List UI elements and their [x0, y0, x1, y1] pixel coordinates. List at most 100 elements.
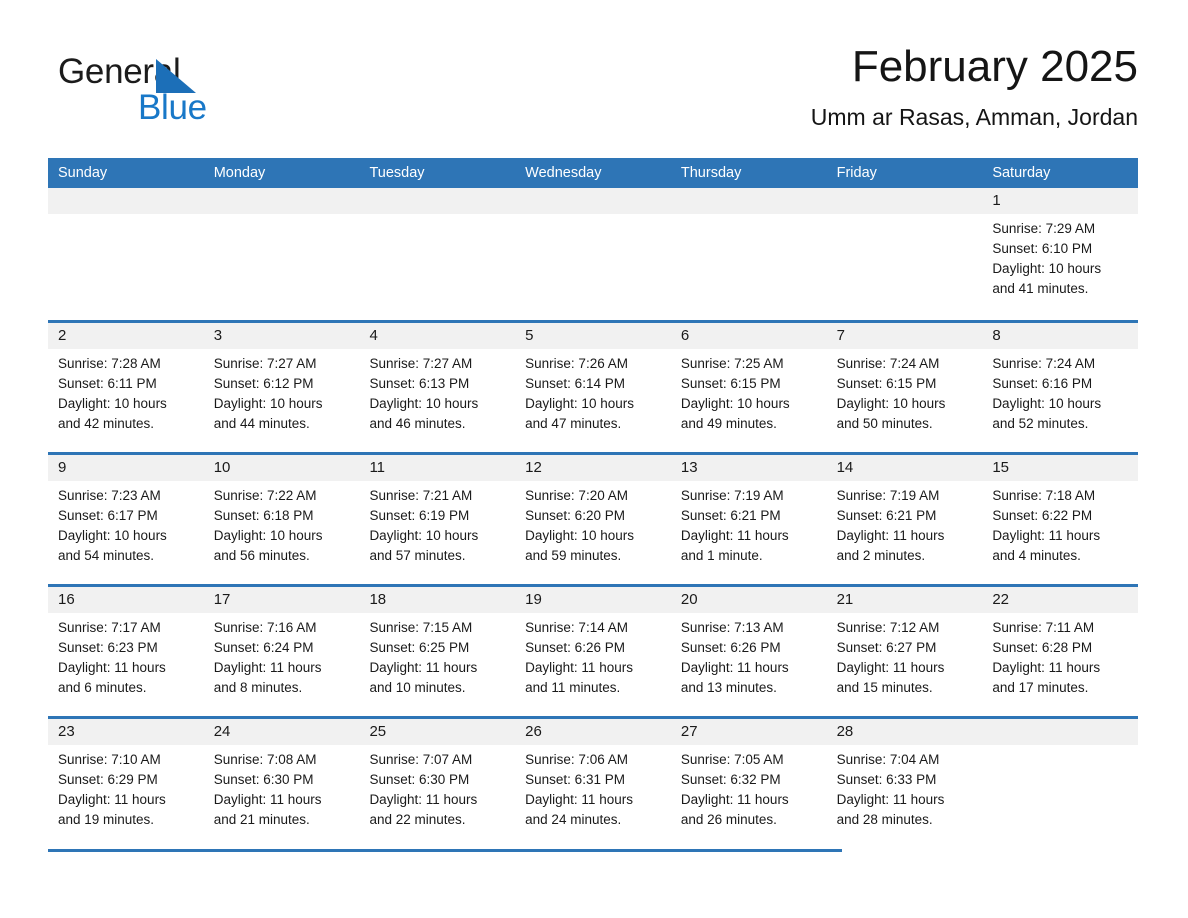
day-detail-line: and 17 minutes.	[992, 680, 1089, 695]
day-number: 21	[836, 591, 854, 608]
day-detail-line: Sunrise: 7:19 AM	[836, 488, 940, 503]
day-details: Sunrise: 7:23 AM Sunset: 6:17 PM Daylight:…	[48, 481, 204, 566]
day-detail-line: Daylight: 11 hours	[213, 792, 322, 807]
day-cell-3[interactable]: 3 Sunrise: 7:27 AM Sunset: 6:12 PM Daylight…	[203, 323, 360, 452]
day-cell-22[interactable]: 22 Sunrise: 7:11 AM Sunset: 6:28 PM Dayligh…	[982, 587, 1139, 716]
day-detail-line: Sunrise: 7:29 AM	[992, 221, 1096, 236]
weekday-header-row: Sunday Monday Tuesday Wednesday Thursday Frid…	[48, 158, 1138, 188]
day-detail-line: Sunset: 6:31 PM	[525, 772, 625, 787]
day-detail-line: Daylight: 10 hours	[213, 396, 323, 411]
day-details	[359, 214, 515, 219]
day-number-band: 28	[826, 719, 983, 745]
day-detail-line: Sunrise: 7:12 AM	[836, 620, 940, 635]
day-number-band: 23	[48, 719, 204, 745]
day-detail-line: Sunset: 6:12 PM	[213, 376, 314, 391]
day-detail-line: and 46 minutes.	[369, 416, 466, 431]
day-detail-line: and 11 minutes.	[525, 680, 621, 695]
day-number: 14	[836, 459, 854, 476]
day-cell-11[interactable]: 11 Sunrise: 7:21 AM Sunset: 6:19 PM Dayligh…	[359, 455, 516, 584]
day-cell-7[interactable]: 7 Sunrise: 7:24 AM Sunset: 6:15 PM Daylight…	[826, 323, 983, 452]
day-number-band: 26	[515, 719, 671, 745]
day-detail-line: Daylight: 10 hours	[369, 528, 479, 543]
day-number-band: 24	[203, 719, 360, 745]
day-cell-10[interactable]: 10 Sunrise: 7:22 AM Sunset: 6:18 PM Dayligh…	[203, 455, 360, 584]
day-cell-25[interactable]: 25 Sunrise: 7:07 AM Sunset: 6:30 PM Dayligh…	[359, 719, 516, 848]
day-cell-12[interactable]: 12 Sunrise: 7:20 AM Sunset: 6:20 PM Dayligh…	[515, 455, 671, 584]
day-detail-line: and 2 minutes.	[836, 548, 926, 563]
day-detail-line: Sunset: 6:28 PM	[992, 640, 1093, 655]
day-cell-27[interactable]: 27 Sunrise: 7:05 AM Sunset: 6:32 PM Dayligh…	[670, 719, 827, 848]
day-cell-2[interactable]: 2 Sunrise: 7:28 AM Sunset: 6:11 PM Daylight…	[48, 323, 204, 452]
day-detail-line: and 24 minutes.	[525, 812, 622, 827]
day-cell-1[interactable]: 1 Sunrise: 7:29 AM Sunset: 6:10 PM Daylight…	[982, 188, 1139, 320]
day-detail-line: Daylight: 11 hours	[369, 792, 478, 807]
day-detail-line: Daylight: 11 hours	[680, 792, 789, 807]
day-number-band: 8	[982, 323, 1139, 349]
day-detail-line: and 10 minutes.	[369, 680, 466, 695]
day-cell-17[interactable]: 17 Sunrise: 7:16 AM Sunset: 6:24 PM Dayligh…	[203, 587, 360, 716]
day-cell-23[interactable]: 23 Sunrise: 7:10 AM Sunset: 6:29 PM Dayligh…	[48, 719, 204, 848]
day-details: Sunrise: 7:10 AM Sunset: 6:29 PM Daylight:…	[48, 745, 204, 830]
day-detail-line: Sunset: 6:30 PM	[369, 772, 470, 787]
day-detail-line: Sunset: 6:32 PM	[680, 772, 781, 787]
day-cell-26[interactable]: 26 Sunrise: 7:06 AM Sunset: 6:31 PM Dayligh…	[515, 719, 671, 848]
day-number: 24	[213, 723, 231, 740]
day-cell-18[interactable]: 18 Sunrise: 7:15 AM Sunset: 6:25 PM Dayligh…	[359, 587, 516, 716]
page-title: February 2025	[851, 42, 1138, 91]
calendar-week-row: 23 Sunrise: 7:10 AM Sunset: 6:29 PM Dayligh…	[48, 716, 1139, 848]
day-cell-20[interactable]: 20 Sunrise: 7:13 AM Sunset: 6:26 PM Dayligh…	[670, 587, 827, 716]
day-detail-line: Daylight: 10 hours	[525, 396, 634, 411]
day-number-band: 22	[982, 587, 1139, 613]
day-detail-line: and 8 minutes.	[213, 680, 303, 695]
day-detail-line: Sunrise: 7:27 AM	[369, 356, 473, 371]
day-detail-line: and 13 minutes.	[680, 680, 777, 695]
day-cell-16[interactable]: 16 Sunrise: 7:17 AM Sunset: 6:23 PM Dayligh…	[48, 587, 204, 716]
calendar-week-row: 2 Sunrise: 7:28 AM Sunset: 6:11 PM Daylight…	[48, 320, 1139, 452]
day-cell-5[interactable]: 5 Sunrise: 7:26 AM Sunset: 6:14 PM Daylight…	[515, 323, 671, 452]
day-cell-6[interactable]: 6 Sunrise: 7:25 AM Sunset: 6:15 PM Daylight…	[670, 323, 827, 452]
day-number-band	[826, 188, 983, 214]
title-block: February 2025 Umm ar Rasas, Amman, Jorda…	[811, 40, 1138, 134]
day-cell-14[interactable]: 14 Sunrise: 7:19 AM Sunset: 6:21 PM Dayligh…	[826, 455, 983, 584]
day-details: Sunrise: 7:19 AM Sunset: 6:21 PM Daylight:…	[671, 481, 827, 566]
day-detail-line: Sunset: 6:25 PM	[369, 640, 470, 655]
day-number-band: 9	[48, 455, 204, 481]
day-number-band	[48, 188, 204, 214]
day-detail-line: Sunset: 6:29 PM	[58, 772, 158, 787]
day-number: 19	[525, 591, 542, 608]
day-cell-4[interactable]: 4 Sunrise: 7:27 AM Sunset: 6:13 PM Daylight…	[359, 323, 516, 452]
day-cell-15[interactable]: 15 Sunrise: 7:18 AM Sunset: 6:22 PM Dayligh…	[982, 455, 1139, 584]
day-detail-line: Sunset: 6:10 PM	[992, 241, 1093, 256]
day-cell-empty	[48, 188, 204, 320]
day-cell-13[interactable]: 13 Sunrise: 7:19 AM Sunset: 6:21 PM Dayligh…	[670, 455, 827, 584]
day-detail-line: Daylight: 11 hours	[992, 528, 1101, 543]
day-detail-line: and 52 minutes.	[992, 416, 1089, 431]
day-details: Sunrise: 7:29 AM Sunset: 6:10 PM Daylight:…	[982, 214, 1138, 299]
day-cell-21[interactable]: 21 Sunrise: 7:12 AM Sunset: 6:27 PM Dayligh…	[826, 587, 983, 716]
day-cell-19[interactable]: 19 Sunrise: 7:14 AM Sunset: 6:26 PM Dayligh…	[515, 587, 671, 716]
day-detail-line: Sunrise: 7:20 AM	[525, 488, 628, 503]
day-detail-line: Daylight: 10 hours	[58, 528, 167, 543]
day-cell-24[interactable]: 24 Sunrise: 7:08 AM Sunset: 6:30 PM Dayligh…	[203, 719, 360, 848]
generalblue-logo[interactable]: General Blue	[58, 52, 318, 132]
calendar-bottom-rule	[48, 849, 842, 852]
day-number-band: 2	[48, 323, 204, 349]
weekday-header-friday: Friday	[836, 165, 877, 181]
day-detail-line: Sunset: 6:26 PM	[525, 640, 625, 655]
day-number: 6	[680, 327, 690, 344]
day-detail-line: Sunrise: 7:19 AM	[680, 488, 784, 503]
day-detail-line: Sunrise: 7:04 AM	[836, 752, 940, 767]
day-detail-line: and 4 minutes.	[992, 548, 1081, 563]
day-details: Sunrise: 7:12 AM Sunset: 6:27 PM Daylight:…	[827, 613, 983, 698]
day-number-band: 4	[359, 323, 516, 349]
day-number-band	[359, 188, 516, 214]
day-cell-28[interactable]: 28 Sunrise: 7:04 AM Sunset: 6:33 PM Dayligh…	[826, 719, 983, 848]
day-number-band: 17	[203, 587, 360, 613]
calendar-week-row: 16 Sunrise: 7:17 AM Sunset: 6:23 PM Dayligh…	[48, 584, 1139, 716]
day-details: Sunrise: 7:25 AM Sunset: 6:15 PM Daylight:…	[671, 349, 827, 434]
day-cell-8[interactable]: 8 Sunrise: 7:24 AM Sunset: 6:16 PM Daylight…	[982, 323, 1139, 452]
day-number: 25	[369, 723, 387, 740]
day-detail-line: Sunset: 6:15 PM	[836, 376, 937, 391]
day-number-band: 7	[826, 323, 983, 349]
day-cell-9[interactable]: 9 Sunrise: 7:23 AM Sunset: 6:17 PM Daylight…	[48, 455, 204, 584]
